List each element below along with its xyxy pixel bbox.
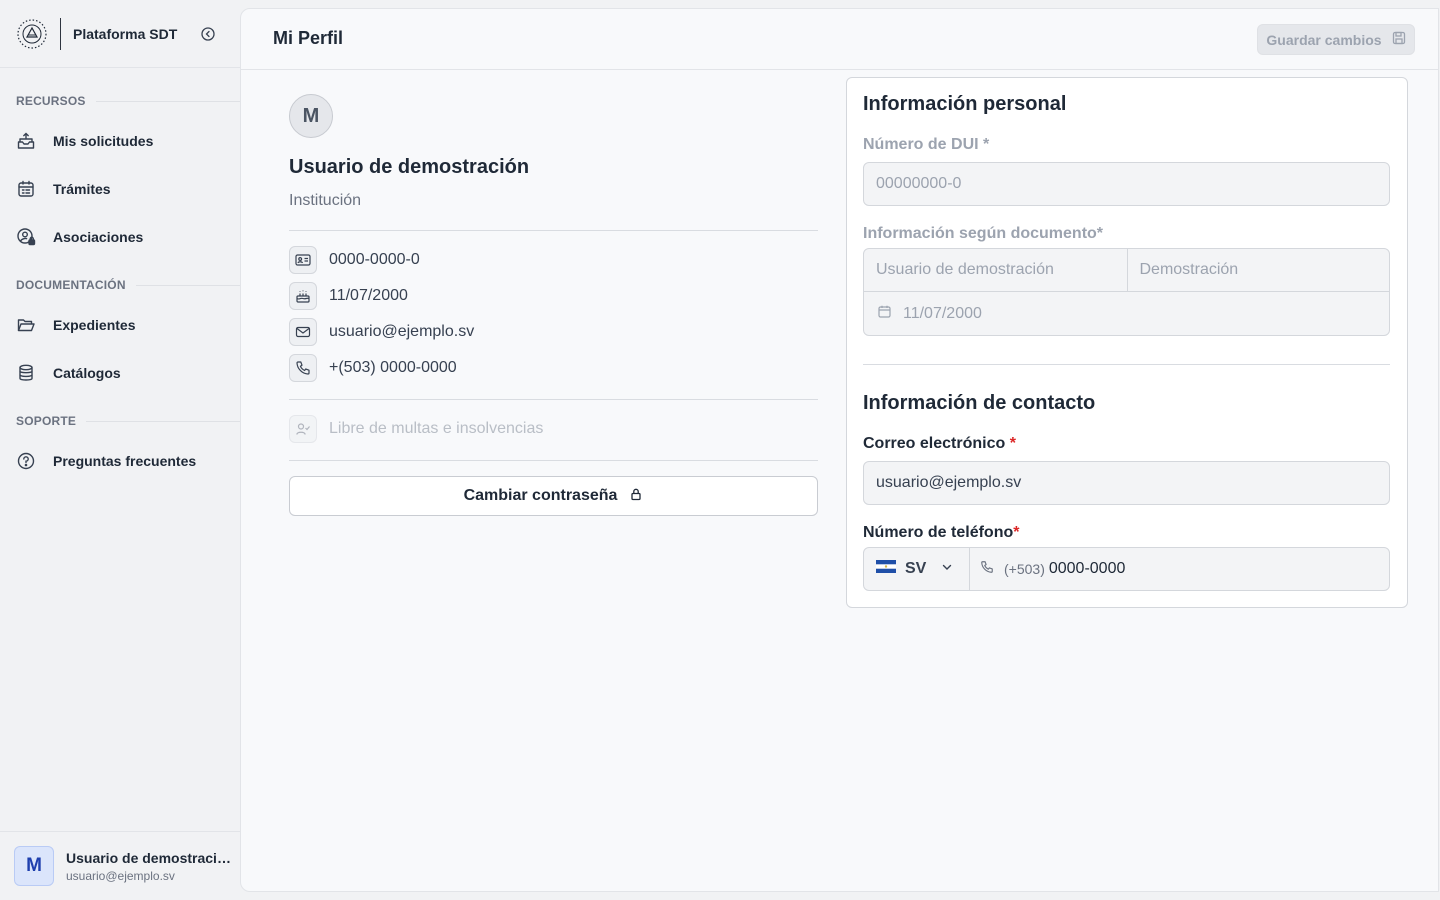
phone-number-input[interactable]: (+503) 0000-0000: [970, 548, 1389, 590]
profile-birthdate-row: 11/07/2000: [289, 282, 408, 310]
profile-email: usuario@ejemplo.sv: [329, 323, 475, 340]
user-name: Usuario de demostración: [66, 849, 231, 866]
country-code: SV: [905, 560, 927, 577]
save-button-label: Guardar cambios: [1266, 31, 1382, 48]
change-password-label: Cambiar contraseña: [463, 487, 618, 504]
sv-flag-icon: [876, 560, 896, 578]
sidebar-item-label: Mis solicitudes: [53, 133, 154, 149]
profile-institution: Institución: [289, 192, 362, 209]
inbox-upload-icon: [16, 131, 36, 151]
lock-icon: [629, 487, 643, 506]
profile-status-row: Libre de multas e insolvencias: [289, 415, 543, 443]
sidebar-item-tramites[interactable]: Trámites: [0, 169, 240, 209]
page-title: Mi Perfil: [273, 28, 344, 48]
section-title-recursos: RECURSOS: [0, 93, 240, 109]
profile-status: Libre de multas e insolvencias: [329, 420, 544, 437]
sidebar-item-label: Trámites: [53, 181, 111, 197]
cake-icon: [289, 282, 317, 310]
save-icon: [1392, 31, 1406, 48]
phone-number-value: 0000-0000: [1048, 560, 1126, 577]
sidebar-item-preguntas-frecuentes[interactable]: Preguntas frecuentes: [0, 441, 240, 481]
doc-name-field[interactable]: Usuario de demostración: [864, 249, 1127, 291]
sidebar-item-catalogos[interactable]: Catálogos: [0, 353, 240, 393]
profile-name: Usuario de demostración: [289, 156, 530, 178]
user-meta: Usuario de demostración usuario@ejemplo.…: [66, 850, 231, 883]
sidebar: Plataforma SDT RECURSOS Mis solicitudes …: [0, 0, 240, 900]
contact-info-title: Información de contacto: [863, 392, 1096, 414]
doc-birthdate-field[interactable]: 11/07/2000: [864, 292, 1389, 335]
document-info-group: Usuario de demostración Demostración 11/…: [863, 248, 1390, 336]
brand-header: Plataforma SDT: [0, 0, 240, 68]
profile-dui: 0000-0000-0: [329, 251, 420, 268]
user-check-icon: [289, 415, 317, 443]
national-seal-icon: [16, 18, 48, 50]
collapse-sidebar-icon[interactable]: [200, 26, 216, 42]
profile-birthdate: 11/07/2000: [329, 287, 408, 304]
calendar-list-icon: [16, 179, 36, 199]
database-icon: [16, 363, 36, 383]
phone-prefix: (+503): [1004, 561, 1045, 577]
profile-email-row: usuario@ejemplo.sv: [289, 318, 474, 346]
phone-icon: [980, 560, 994, 579]
phone-icon: [289, 354, 317, 382]
doc-birthdate-value: 11/07/2000: [903, 304, 982, 322]
doc-lastname-field[interactable]: Demostración: [1126, 249, 1390, 291]
sidebar-item-label: Catálogos: [53, 365, 121, 381]
brand-name: Plataforma SDT: [73, 25, 178, 42]
phone-field: SV (+503) 0000-0000: [863, 547, 1390, 591]
document-info-label: Información según documento*: [863, 225, 1104, 242]
email-label: Correo electrónico *: [863, 435, 1016, 452]
divider: [289, 460, 818, 461]
section-title-documentacion: DOCUMENTACIÓN: [0, 277, 240, 293]
current-user[interactable]: M Usuario de demostración usuario@ejempl…: [0, 831, 240, 900]
sidebar-item-asociaciones[interactable]: Asociaciones: [0, 217, 240, 257]
divider: [863, 364, 1390, 365]
divider: [289, 230, 818, 231]
sidebar-item-label: Preguntas frecuentes: [53, 453, 197, 469]
user-email: usuario@ejemplo.sv: [66, 868, 175, 883]
change-password-button[interactable]: Cambiar contraseña: [289, 476, 818, 516]
email-field[interactable]: usuario@ejemplo.sv: [863, 461, 1390, 505]
profile-phone: +(503) 0000-0000: [329, 359, 457, 376]
divider: [289, 399, 818, 400]
id-card-icon: [289, 246, 317, 274]
brand-divider: [60, 17, 61, 50]
calendar-icon: [878, 305, 891, 323]
sidebar-item-label: Expedientes: [53, 317, 136, 333]
sidebar-item-mis-solicitudes[interactable]: Mis solicitudes: [0, 121, 240, 161]
profile-avatar: M: [289, 94, 333, 138]
section-title-soporte: SOPORTE: [0, 413, 240, 429]
help-circle-icon: [16, 451, 36, 471]
mail-icon: [289, 318, 317, 346]
chevron-down-icon: [941, 560, 953, 578]
profile-form-card: Información personal Número de DUI * 000…: [846, 77, 1408, 608]
profile-dui-row: 0000-0000-0: [289, 246, 420, 274]
sidebar-item-expedientes[interactable]: Expedientes: [0, 305, 240, 345]
country-code-select[interactable]: SV: [864, 548, 970, 590]
dui-label: Número de DUI *: [863, 136, 990, 153]
main-panel: Mi Perfil Guardar cambios M Usuario de d…: [240, 8, 1439, 892]
phone-label: Número de teléfono*: [863, 524, 1020, 541]
dui-input[interactable]: 00000000-0: [863, 162, 1390, 206]
save-button[interactable]: Guardar cambios: [1257, 24, 1415, 55]
user-lock-icon: [16, 227, 36, 247]
profile-phone-row: +(503) 0000-0000: [289, 354, 457, 382]
sidebar-item-label: Asociaciones: [53, 229, 144, 245]
top-bar: Mi Perfil Guardar cambios: [241, 9, 1438, 70]
personal-info-title: Información personal: [863, 93, 1067, 115]
folder-open-icon: [16, 315, 36, 335]
avatar: M: [14, 846, 54, 886]
